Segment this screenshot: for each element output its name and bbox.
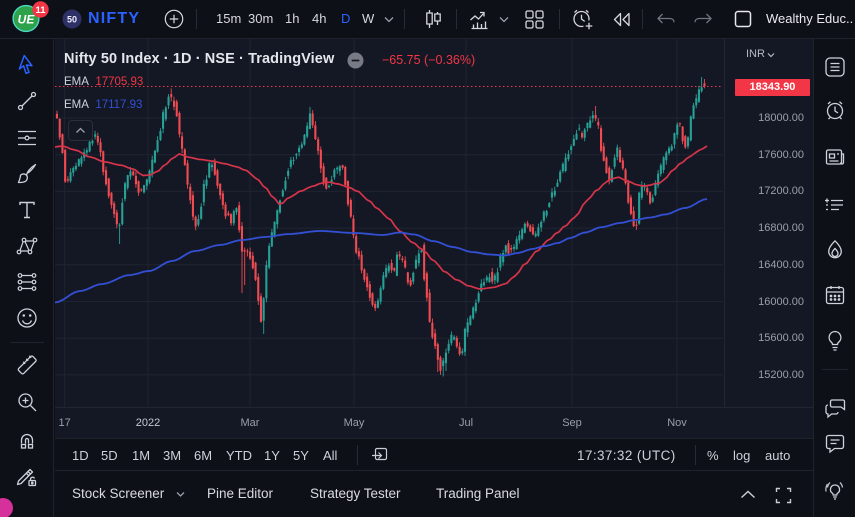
svg-text:UE: UE [18,13,36,27]
svg-text:11: 11 [35,5,46,16]
svg-text:50: 50 [67,15,77,25]
